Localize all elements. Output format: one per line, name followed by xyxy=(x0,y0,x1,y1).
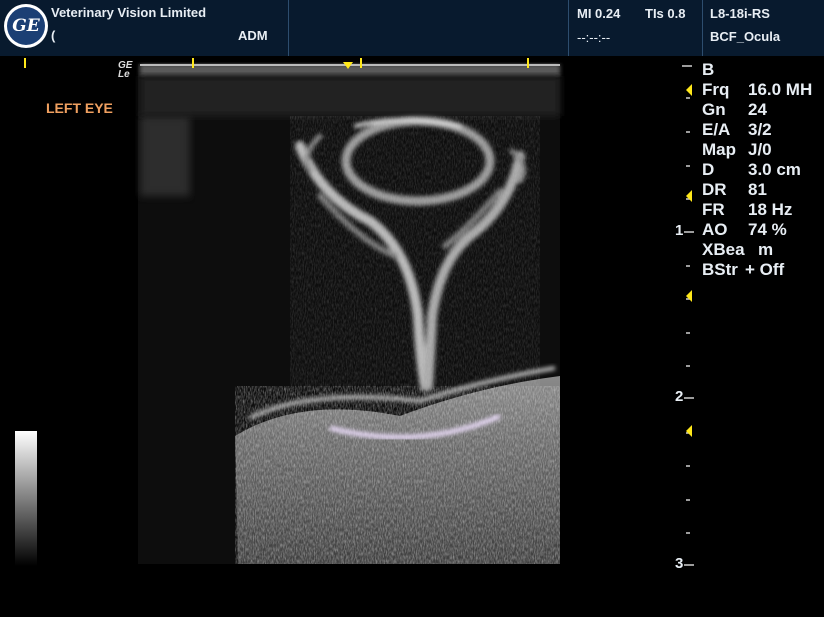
focal-zone-marker-icon xyxy=(686,425,692,437)
preset-name: BCF_Ocula xyxy=(710,29,781,44)
probe-name: L8-18i-RS xyxy=(710,6,770,21)
structure-speckle xyxy=(290,116,540,386)
param-name: DR xyxy=(702,180,727,199)
header-divider xyxy=(288,0,289,56)
param-value: + Off xyxy=(745,260,785,279)
depth-label-3: 3 xyxy=(675,555,684,572)
orientation-mark-line2: Le xyxy=(118,69,130,80)
scan-area: GE Le LEFT EYE 1 2 3 xyxy=(0,56,700,617)
ge-logo-text: GE xyxy=(7,7,45,45)
param-name: XBea xyxy=(702,240,745,259)
orientation-mark: GE Le xyxy=(118,61,132,80)
header-divider xyxy=(702,0,703,56)
tissue-artifact xyxy=(140,116,190,196)
param-value: 18 Hz xyxy=(748,200,793,219)
param-mode-label: B xyxy=(702,60,715,79)
operator-id: ADM xyxy=(238,28,268,43)
param-value: 3.0 cm xyxy=(748,160,801,179)
mechanical-index: MI 0.24 xyxy=(577,6,621,21)
lateral-ruler xyxy=(24,58,560,69)
depth-scale-ticks xyxy=(682,65,694,566)
param-value: 74 % xyxy=(748,220,787,239)
depth-scale: 1 2 3 xyxy=(672,56,700,617)
scan-time: --:--:-- xyxy=(577,30,611,45)
header-divider xyxy=(568,0,569,56)
param-name: Gn xyxy=(702,100,726,119)
param-value: 81 xyxy=(748,180,767,199)
param-value: J/0 xyxy=(748,140,772,159)
ultrasound-image xyxy=(138,64,560,564)
param-name: D xyxy=(702,160,715,179)
thermal-index: TIs 0.8 xyxy=(645,6,686,21)
param-name: Frq xyxy=(702,80,730,99)
param-name: BStr xyxy=(702,260,738,279)
param-name: FR xyxy=(702,200,725,219)
header-bar: GE Veterinary Vision Limited ( ADM MI 0.… xyxy=(0,0,824,56)
patient-id: ( xyxy=(51,28,56,43)
param-value: 24 xyxy=(748,100,767,119)
param-value: 16.0 MH xyxy=(748,80,813,99)
depth-label-1: 1 xyxy=(675,222,684,239)
focal-zone-marker-icon xyxy=(686,190,692,202)
param-name: AO xyxy=(702,220,728,239)
param-name: E/A xyxy=(702,120,731,139)
subsurface-echo xyxy=(140,76,560,116)
param-name: Map xyxy=(702,140,736,159)
grayscale-bar xyxy=(15,431,37,566)
param-value: 3/2 xyxy=(748,120,772,139)
tissue-speckle xyxy=(235,386,560,564)
institution-name: Veterinary Vision Limited xyxy=(51,5,207,20)
param-value: m xyxy=(758,240,774,259)
image-label: LEFT EYE xyxy=(46,100,113,116)
depth-label-2: 2 xyxy=(675,388,684,405)
focal-zone-marker-icon xyxy=(686,290,692,302)
focal-zone-marker-icon xyxy=(686,84,692,96)
ge-logo: GE xyxy=(4,4,48,48)
